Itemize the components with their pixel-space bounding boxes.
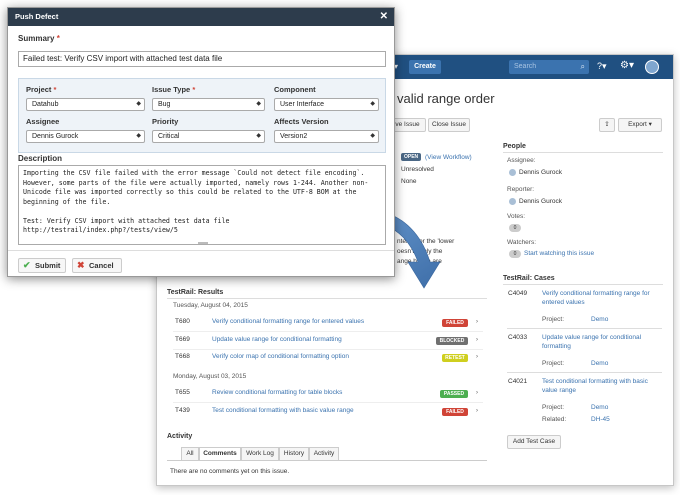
issue-type-label-text: Issue Type bbox=[152, 85, 191, 94]
select-arrows-icon: ◆ bbox=[136, 133, 141, 139]
required-marker: * bbox=[56, 34, 60, 43]
affects-version-label: Affects Version bbox=[274, 117, 329, 126]
push-defect-dialog: Push Defect ✕ Summary * Failed test: Ver… bbox=[7, 7, 395, 277]
project-label-text: Project bbox=[26, 85, 52, 94]
divider bbox=[8, 250, 394, 251]
required-marker: * bbox=[53, 85, 57, 94]
summary-label: Summary * bbox=[18, 34, 60, 43]
issue-type-value: Bug bbox=[158, 101, 171, 108]
assignee-select[interactable]: Dennis Gurock ◆ bbox=[26, 130, 145, 143]
priority-value: Critical bbox=[158, 133, 180, 140]
select-arrows-icon: ◆ bbox=[256, 133, 261, 139]
project-value: Datahub bbox=[32, 101, 59, 108]
component-select[interactable]: User Interface ◆ bbox=[274, 98, 379, 111]
description-label: Description bbox=[18, 154, 63, 163]
assignee-value: Dennis Gurock bbox=[32, 133, 79, 140]
priority-select[interactable]: Critical ◆ bbox=[152, 130, 265, 143]
summary-input[interactable]: Failed test: Verify CSV import with atta… bbox=[18, 51, 386, 67]
summary-label-text: Summary bbox=[18, 34, 55, 43]
issue-type-label: Issue Type * bbox=[152, 85, 195, 94]
project-select[interactable]: Datahub ◆ bbox=[26, 98, 145, 111]
affects-version-select[interactable]: Version2 ◆ bbox=[274, 130, 379, 143]
assignee-label: Assignee bbox=[26, 117, 60, 126]
cancel-label: Cancel bbox=[89, 261, 114, 270]
required-marker: * bbox=[192, 85, 196, 94]
project-label: Project * bbox=[26, 85, 56, 94]
select-arrows-icon: ◆ bbox=[136, 101, 141, 107]
cancel-button[interactable]: ✖ Cancel bbox=[72, 258, 122, 273]
affects-version-value: Version2 bbox=[280, 133, 308, 140]
dialog-header: Push Defect ✕ bbox=[8, 8, 394, 26]
field-grid: Project * Datahub ◆ Issue Type * Bug ◆ Com… bbox=[18, 78, 386, 153]
checkmark-icon: ✔ bbox=[23, 260, 31, 270]
dialog-title: Push Defect bbox=[15, 12, 59, 21]
select-arrows-icon: ◆ bbox=[370, 101, 375, 107]
resize-grip-icon[interactable] bbox=[198, 242, 208, 244]
submit-label: Submit bbox=[35, 261, 61, 270]
description-textarea[interactable]: Importing the CSV file failed with the e… bbox=[18, 165, 386, 245]
select-arrows-icon: ◆ bbox=[256, 101, 261, 107]
x-icon: ✖ bbox=[77, 260, 85, 270]
issue-type-select[interactable]: Bug ◆ bbox=[152, 98, 265, 111]
component-label: Component bbox=[274, 85, 316, 94]
select-arrows-icon: ◆ bbox=[370, 133, 375, 139]
close-icon[interactable]: ✕ bbox=[380, 8, 388, 26]
component-value: User Interface bbox=[280, 101, 324, 108]
submit-button[interactable]: ✔ Submit bbox=[18, 258, 66, 273]
priority-label: Priority bbox=[152, 117, 179, 126]
